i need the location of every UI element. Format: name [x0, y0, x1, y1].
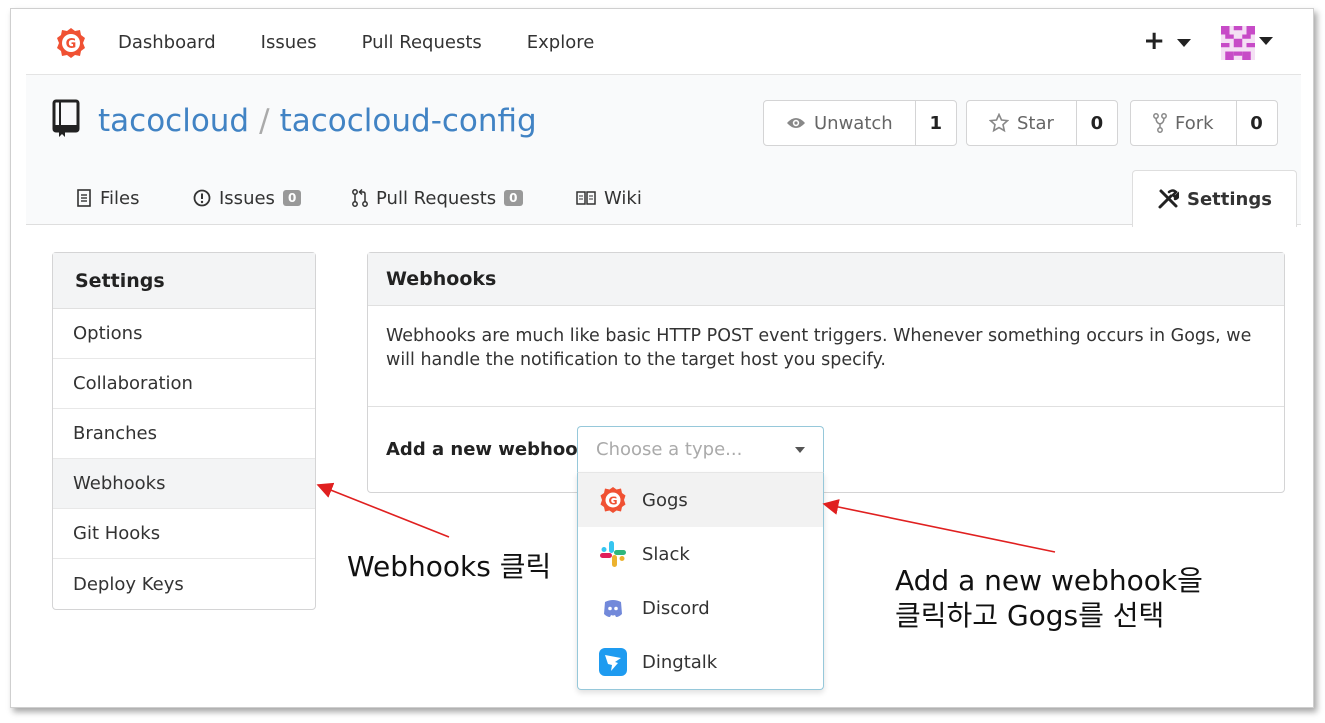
- nav-explore[interactable]: Explore: [527, 32, 595, 53]
- tab-pull-requests-label: Pull Requests: [376, 187, 497, 209]
- star-label: Star: [1017, 112, 1054, 134]
- sidebar-item-deploy-keys[interactable]: Deploy Keys: [53, 559, 315, 609]
- fork-icon: [1153, 113, 1167, 133]
- tab-pull-requests[interactable]: Pull Requests 0: [352, 170, 523, 226]
- dropdown-caret-icon: [795, 447, 805, 453]
- sidebar-title: Settings: [53, 253, 315, 309]
- webhook-option-dingtalk[interactable]: Dingtalk: [578, 635, 823, 689]
- repo-owner-link[interactable]: tacocloud: [98, 103, 249, 139]
- git-pull-request-icon: [352, 188, 368, 207]
- annotation-click-webhooks: Webhooks 클릭: [347, 550, 552, 583]
- tab-wiki[interactable]: Wiki: [576, 170, 642, 226]
- webhook-type-dropdown[interactable]: Choose a type...: [577, 426, 824, 472]
- fork-button-group: Fork 0: [1130, 100, 1278, 146]
- gogs-logo-icon[interactable]: G: [54, 26, 88, 60]
- svg-text:G: G: [608, 495, 617, 508]
- dingtalk-icon: [599, 648, 627, 676]
- webhook-option-gogs[interactable]: G Gogs: [578, 473, 823, 527]
- webhooks-description: Webhooks are much like basic HTTP POST e…: [368, 306, 1284, 407]
- tab-settings[interactable]: Settings: [1132, 170, 1297, 227]
- discord-icon: [601, 596, 625, 620]
- repo-tabs: Files Issues 0 Pull Requests 0 Wiki Sett…: [26, 170, 1301, 227]
- unwatch-button[interactable]: Unwatch: [764, 101, 916, 145]
- annotation-line-2: 클릭하고 Gogs를 선택: [895, 599, 1165, 632]
- star-button-group: Star 0: [966, 100, 1118, 146]
- repo-title: tacocloud / tacocloud-config: [98, 103, 537, 139]
- repo-book-icon: [52, 99, 80, 137]
- issue-opened-icon: [193, 189, 211, 207]
- sidebar-item-branches[interactable]: Branches: [53, 409, 315, 459]
- fork-label: Fork: [1175, 112, 1214, 134]
- avatar-caret-icon[interactable]: [1259, 37, 1273, 45]
- slack-icon: [600, 541, 626, 567]
- tab-files-label: Files: [100, 187, 140, 209]
- nav-issues[interactable]: Issues: [261, 32, 317, 53]
- settings-sidebar: Settings Options Collaboration Branches …: [52, 252, 316, 610]
- webhooks-title: Webhooks: [368, 253, 1284, 306]
- unwatch-button-group: Unwatch 1: [763, 100, 957, 146]
- watch-count[interactable]: 1: [916, 101, 956, 145]
- pulls-count-badge: 0: [504, 190, 523, 206]
- arrow-to-gogs-option: [822, 499, 1056, 553]
- tab-files[interactable]: Files: [76, 170, 140, 226]
- user-avatar[interactable]: [1221, 26, 1255, 60]
- issues-count-badge: 0: [282, 190, 302, 206]
- gogs-icon: G: [600, 487, 626, 513]
- annotation-line-1: Add a new webhook을: [895, 564, 1203, 597]
- webhook-type-menu: G Gogs Slack Discord Dingtalk: [577, 472, 824, 690]
- sidebar-item-webhooks[interactable]: Webhooks: [53, 459, 315, 509]
- top-navbar: G Dashboard Issues Pull Requests Explore…: [26, 9, 1301, 75]
- star-count[interactable]: 0: [1077, 101, 1117, 145]
- sidebar-item-options[interactable]: Options: [53, 309, 315, 359]
- screenshot-frame: G Dashboard Issues Pull Requests Explore…: [10, 8, 1314, 708]
- fork-count[interactable]: 0: [1237, 101, 1277, 145]
- webhook-option-dingtalk-label: Dingtalk: [642, 651, 718, 673]
- webhook-option-slack-label: Slack: [642, 543, 690, 565]
- webhook-option-discord[interactable]: Discord: [578, 581, 823, 635]
- annotation-select-gogs: Add a new webhook을 클릭하고 Gogs를 선택: [895, 563, 1203, 633]
- webhook-type-placeholder: Choose a type...: [596, 439, 743, 460]
- repo-separator: /: [259, 103, 270, 139]
- unwatch-label: Unwatch: [814, 112, 893, 134]
- plus-icon[interactable]: +: [1143, 26, 1165, 56]
- repo-header: tacocloud / tacocloud-config Unwatch 1 Sta…: [26, 75, 1301, 227]
- create-caret-icon[interactable]: [1177, 39, 1191, 47]
- star-button[interactable]: Star: [967, 101, 1077, 145]
- file-text-icon: [77, 189, 91, 207]
- sidebar-item-collaboration[interactable]: Collaboration: [53, 359, 315, 409]
- add-webhook-label: Add a new webhook:: [386, 439, 597, 460]
- tab-issues-label: Issues: [219, 187, 275, 209]
- nav-dashboard[interactable]: Dashboard: [118, 32, 216, 53]
- tab-wiki-label: Wiki: [604, 187, 642, 209]
- tab-issues[interactable]: Issues 0: [193, 170, 302, 226]
- svg-text:G: G: [66, 37, 77, 52]
- nav-pull-requests[interactable]: Pull Requests: [362, 32, 482, 53]
- tab-settings-label: Settings: [1187, 188, 1272, 210]
- eye-icon: [787, 118, 805, 128]
- webhook-option-gogs-label: Gogs: [642, 489, 688, 511]
- tools-icon: [1158, 189, 1179, 209]
- repo-name-link[interactable]: tacocloud-config: [280, 103, 537, 139]
- webhooks-panel: Webhooks Webhooks are much like basic HT…: [367, 252, 1285, 493]
- book-icon: [576, 191, 596, 205]
- sidebar-item-git-hooks[interactable]: Git Hooks: [53, 509, 315, 559]
- webhook-option-slack[interactable]: Slack: [578, 527, 823, 581]
- fork-button[interactable]: Fork: [1131, 101, 1237, 145]
- webhook-option-discord-label: Discord: [642, 597, 710, 619]
- star-icon: [989, 113, 1009, 133]
